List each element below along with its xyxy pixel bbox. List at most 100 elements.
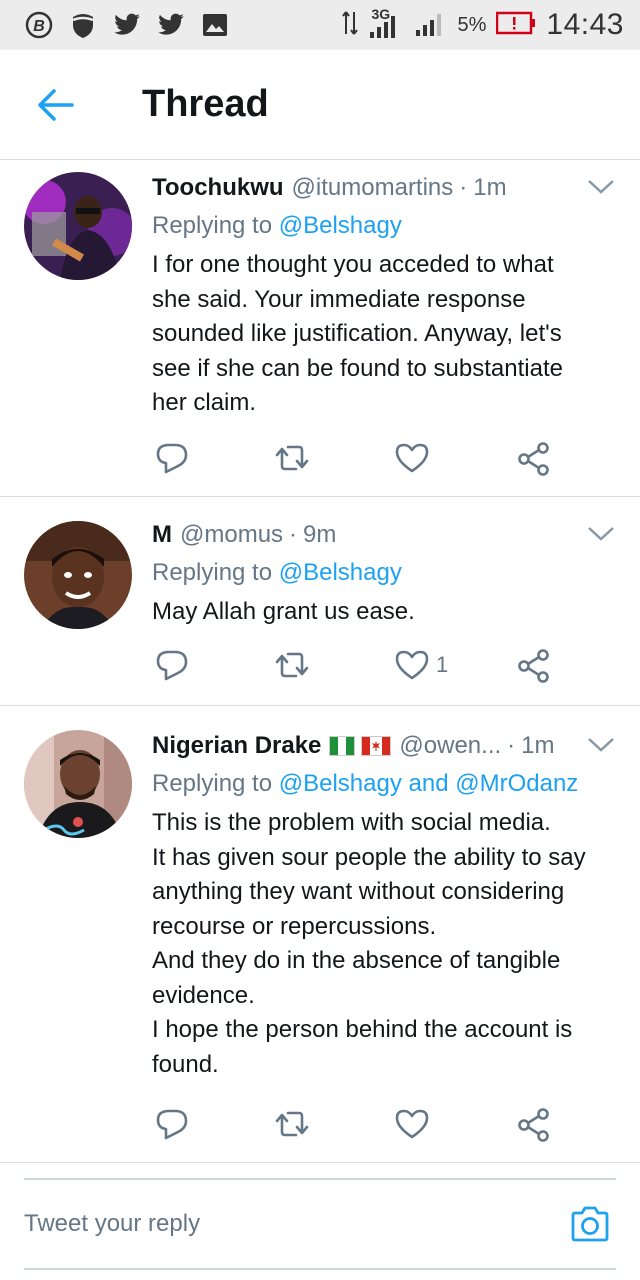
tweet-time: 1m bbox=[473, 174, 507, 201]
retweet-icon bbox=[275, 445, 309, 471]
retweet-button[interactable] bbox=[272, 645, 312, 685]
tweet-time: 9m bbox=[303, 521, 337, 548]
retweet-icon bbox=[275, 652, 309, 678]
chevron-down-icon bbox=[588, 527, 614, 541]
share-button[interactable] bbox=[514, 1104, 554, 1144]
reply-icon bbox=[156, 1109, 188, 1140]
replying-to: Replying to @Belshagy bbox=[152, 559, 620, 593]
separator-dot: · bbox=[507, 732, 516, 759]
notification-icons: B bbox=[24, 10, 230, 40]
heart-icon bbox=[395, 1109, 429, 1139]
tweet-line: It has given sour people the ability to … bbox=[152, 843, 586, 871]
data-transfer-icon bbox=[341, 10, 358, 41]
tweet-line: recourse or repercussions. bbox=[152, 912, 437, 940]
share-icon bbox=[518, 1108, 549, 1142]
tweet[interactable]: Nigerian Drake @owen... · 1m Replying to… bbox=[0, 706, 640, 1163]
tweet-line: she said. Your immediate response bbox=[152, 285, 526, 313]
chevron-down-icon bbox=[588, 180, 614, 194]
battery-low-icon bbox=[496, 11, 536, 40]
status-bar: B 3G 5% 14:43 bbox=[0, 0, 640, 50]
separator-dot: · bbox=[289, 521, 298, 548]
tweet-actions bbox=[152, 1104, 592, 1144]
svg-text:B: B bbox=[33, 18, 45, 35]
tweet-header: Toochukwu @itumomartins · 1m bbox=[152, 170, 620, 206]
avatar[interactable] bbox=[24, 730, 132, 838]
tweet-line: And they do in the absence of tangible bbox=[152, 947, 561, 974]
replying-and: and bbox=[408, 770, 449, 797]
user-handle[interactable]: @owen... bbox=[399, 732, 501, 760]
tweet-line: This is the problem with social media. bbox=[152, 809, 551, 836]
like-button[interactable]: 1 bbox=[392, 645, 448, 685]
tweet-actions: 1 bbox=[152, 645, 592, 685]
separator-dot: · bbox=[459, 174, 468, 201]
tweet-line: see if she can be found to substantiate bbox=[152, 354, 563, 382]
system-status: 3G 5% 14:43 bbox=[341, 6, 624, 43]
canada-flag-icon bbox=[361, 736, 392, 756]
display-name[interactable]: Nigerian Drake bbox=[152, 732, 321, 760]
mention-link[interactable]: @MrOdanz bbox=[455, 770, 578, 797]
tweet-line: found. bbox=[152, 1050, 219, 1078]
retweet-button[interactable] bbox=[272, 438, 312, 478]
tweet-text: This is the problem with social media. I… bbox=[152, 806, 620, 1082]
retweet-button[interactable] bbox=[272, 1104, 312, 1144]
signal-icon bbox=[414, 8, 448, 43]
avatar[interactable] bbox=[24, 521, 132, 629]
tweet-menu-button[interactable] bbox=[584, 730, 618, 760]
tweet[interactable]: M @momus · 9m Replying to @Belshagy May … bbox=[0, 497, 640, 706]
like-count: 1 bbox=[436, 652, 449, 677]
heart-icon bbox=[395, 650, 429, 680]
heart-icon bbox=[395, 443, 429, 473]
tweet-line: I for one thought you acceded to what bbox=[152, 251, 554, 278]
tweet-line: evidence. bbox=[152, 981, 255, 1009]
mention-link[interactable]: @Belshagy bbox=[279, 559, 402, 586]
b-circle-icon: B bbox=[24, 10, 54, 40]
replying-label: Replying to bbox=[152, 559, 273, 586]
reply-input[interactable] bbox=[24, 1210, 568, 1238]
replying-label: Replying to bbox=[152, 770, 273, 797]
tweet-time: 1m bbox=[521, 732, 555, 759]
tweet-menu-button[interactable] bbox=[584, 519, 618, 549]
reply-button[interactable] bbox=[152, 1104, 192, 1144]
twitter-icon bbox=[156, 10, 186, 40]
like-button[interactable] bbox=[392, 438, 436, 478]
tweet-line: I hope the person behind the account is bbox=[152, 1016, 573, 1043]
display-name[interactable]: Toochukwu bbox=[152, 174, 284, 202]
tweet-content: M @momus · 9m Replying to @Belshagy May … bbox=[152, 517, 620, 630]
tweet-text: May Allah grant us ease. bbox=[152, 595, 620, 630]
reply-button[interactable] bbox=[152, 438, 192, 478]
tweet-header: M @momus · 9m bbox=[152, 517, 620, 553]
shield-icon bbox=[68, 10, 98, 40]
share-icon bbox=[518, 649, 549, 683]
battery-percent: 5% bbox=[457, 13, 487, 36]
tweet-content: Toochukwu @itumomartins · 1m Replying to… bbox=[152, 170, 620, 421]
back-button[interactable] bbox=[26, 75, 86, 135]
mention-link[interactable]: @Belshagy bbox=[279, 770, 402, 797]
reply-icon bbox=[156, 443, 188, 474]
share-icon bbox=[518, 442, 549, 476]
camera-button[interactable] bbox=[568, 1202, 612, 1246]
display-name[interactable]: M bbox=[152, 521, 172, 549]
share-button[interactable] bbox=[514, 645, 554, 685]
app-header: Thread bbox=[0, 50, 640, 160]
arrow-left-icon bbox=[38, 88, 74, 121]
like-button[interactable] bbox=[392, 1104, 436, 1144]
user-handle[interactable]: @momus bbox=[180, 521, 283, 549]
share-button[interactable] bbox=[514, 438, 554, 478]
avatar[interactable] bbox=[24, 172, 132, 280]
reply-composer bbox=[24, 1178, 616, 1270]
chevron-down-icon bbox=[588, 738, 614, 752]
nigeria-flag-icon bbox=[329, 736, 356, 756]
tweet-menu-button[interactable] bbox=[584, 172, 618, 202]
retweet-icon bbox=[275, 1111, 309, 1137]
tweet-line: May Allah grant us ease. bbox=[152, 598, 415, 625]
replying-label: Replying to bbox=[152, 212, 273, 239]
mention-link[interactable]: @Belshagy bbox=[279, 212, 402, 239]
tweet-header: Nigerian Drake @owen... · 1m bbox=[152, 728, 620, 764]
page-title: Thread bbox=[142, 83, 269, 125]
image-icon bbox=[200, 10, 230, 40]
user-handle[interactable]: @itumomartins bbox=[292, 174, 454, 202]
reply-button[interactable] bbox=[152, 645, 192, 685]
tweet-actions bbox=[152, 438, 592, 478]
camera-icon bbox=[571, 1206, 609, 1242]
tweet[interactable]: Toochukwu @itumomartins · 1m Replying to… bbox=[0, 160, 640, 497]
